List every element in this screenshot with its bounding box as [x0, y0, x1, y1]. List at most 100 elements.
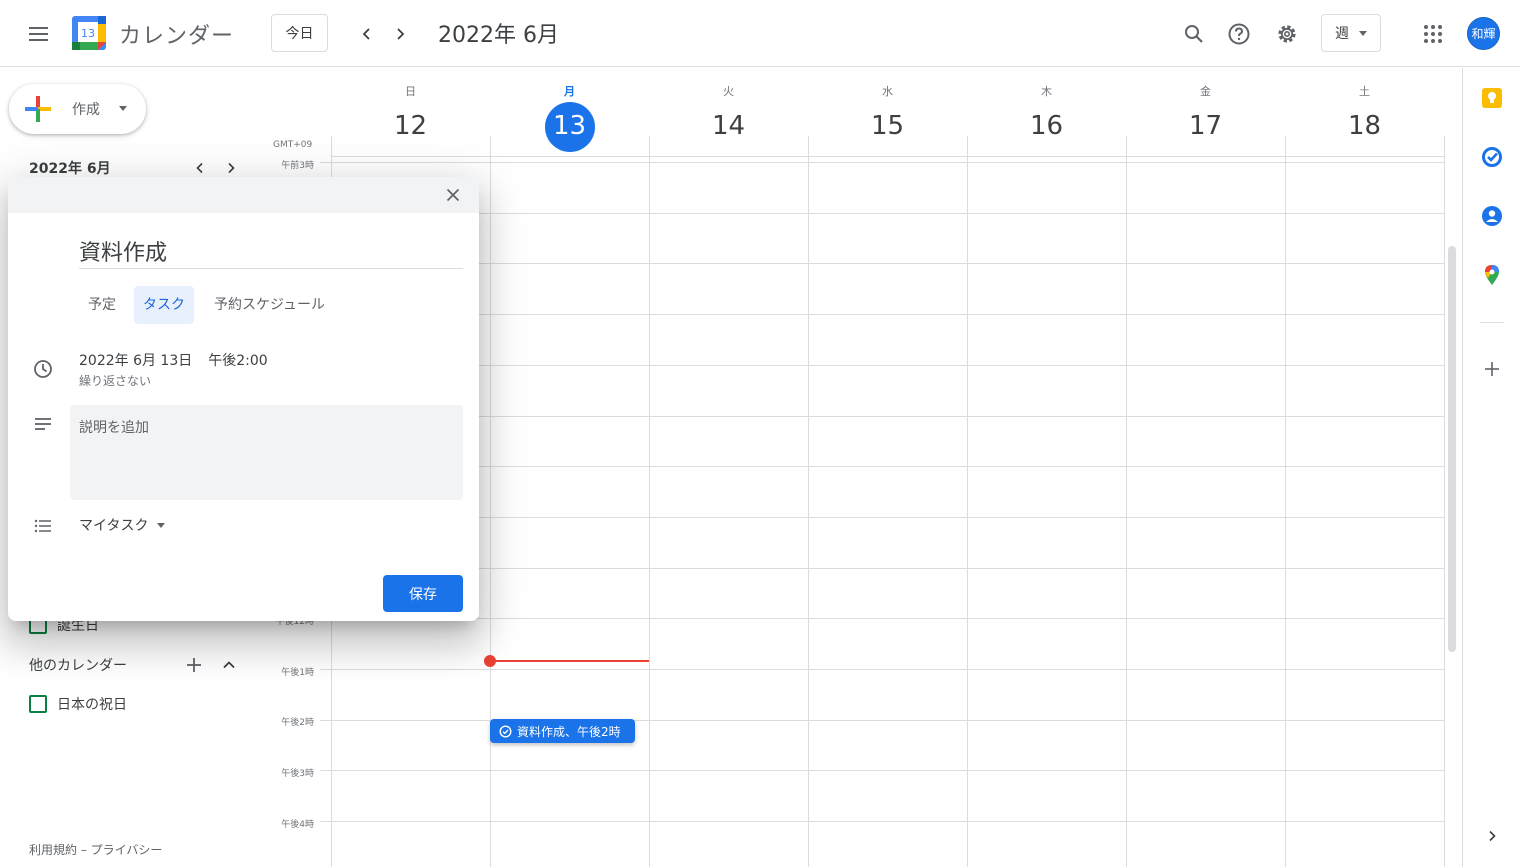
plus-icon [1485, 362, 1499, 376]
current-time-indicator [490, 660, 649, 662]
chevron-right-icon [1489, 830, 1496, 842]
calendar-logo-icon[interactable]: 13 [72, 16, 106, 50]
add-other-calendar-button[interactable] [182, 653, 206, 677]
side-panel-divider [1480, 322, 1504, 323]
hour-divider [320, 213, 1444, 214]
title-input[interactable] [79, 233, 463, 269]
contacts-icon [1482, 206, 1502, 226]
create-button-label: 作成 [72, 102, 100, 118]
help-button[interactable] [1221, 16, 1257, 52]
chevron-left-icon [362, 28, 370, 40]
chevron-right-icon [397, 28, 405, 40]
grid-scrollbar[interactable] [1448, 246, 1456, 652]
hour-divider [320, 618, 1444, 619]
dialog-drag-handle[interactable] [8, 177, 479, 213]
create-button[interactable]: 作成 [9, 84, 146, 134]
task-check-icon [499, 724, 512, 738]
time-label: 午後1時 [281, 668, 314, 678]
view-selector[interactable]: 週 [1321, 14, 1381, 52]
calendar-checkbox[interactable] [29, 695, 47, 713]
time-label: 午前3時 [281, 161, 314, 171]
keep-button[interactable] [1480, 86, 1504, 110]
task-datetime[interactable]: 2022年 6月 13日 午後2:00 [79, 350, 284, 370]
mini-calendar-prev-button[interactable] [189, 157, 211, 179]
maps-button[interactable] [1480, 263, 1504, 287]
day-column-divider [490, 136, 491, 867]
mini-calendar-next-button[interactable] [220, 157, 242, 179]
get-addons-button[interactable] [1480, 357, 1504, 381]
day-of-week-label: 木 [1041, 85, 1052, 98]
tab-appointment-schedule[interactable]: 予約スケジュール [205, 286, 334, 324]
google-apps-button[interactable] [1415, 16, 1451, 52]
day-column-divider [649, 136, 650, 867]
day-column-divider [808, 136, 809, 867]
side-panel [1462, 68, 1520, 867]
contacts-button[interactable] [1480, 204, 1504, 228]
tasks-button[interactable] [1480, 145, 1504, 169]
day-of-week-label: 月 [564, 85, 575, 98]
hour-divider [320, 314, 1444, 315]
collapse-other-calendars-button[interactable] [217, 653, 241, 677]
save-button[interactable]: 保存 [383, 575, 463, 612]
task-list-icon [31, 514, 55, 538]
hour-divider [320, 821, 1444, 822]
time-label: 午後4時 [281, 820, 314, 830]
maps-pin-icon [1485, 265, 1499, 285]
plus-icon [187, 658, 201, 672]
next-week-button[interactable] [384, 18, 416, 50]
hour-divider [320, 466, 1444, 467]
app-title: カレンダー [119, 24, 235, 49]
hour-divider [320, 669, 1444, 670]
day-column-divider [1126, 136, 1127, 867]
hour-divider [320, 162, 1444, 163]
top-app-bar: 13 カレンダー 今日 2022年 6月 週 和輝 [0, 0, 1520, 67]
view-selector-label: 週 [1335, 26, 1349, 42]
settings-button[interactable] [1269, 16, 1305, 52]
week-grid[interactable] [331, 136, 1444, 867]
day-of-week-label: 土 [1359, 85, 1370, 98]
description-icon [31, 412, 55, 436]
close-icon [446, 188, 460, 202]
caret-down-icon [157, 522, 166, 528]
tab-event[interactable]: 予定 [79, 286, 125, 324]
time-label: 午後2時 [281, 718, 314, 728]
main-menu-button[interactable] [22, 18, 54, 50]
hamburger-line [28, 27, 48, 29]
hour-divider [320, 365, 1444, 366]
today-button[interactable]: 今日 [271, 14, 328, 52]
current-date-range: 2022年 6月 [438, 23, 559, 48]
close-dialog-button[interactable] [441, 183, 465, 207]
hour-divider [320, 770, 1444, 771]
other-calendar-item-holidays[interactable]: 日本の祝日 [29, 694, 127, 714]
all-day-divider [331, 156, 1444, 157]
task-list-selector[interactable]: マイタスク [79, 515, 166, 535]
chevron-up-icon [223, 661, 235, 669]
colorful-plus-icon [25, 96, 51, 122]
day-of-week-label: 火 [723, 85, 734, 98]
previous-week-button[interactable] [351, 18, 383, 50]
tab-task[interactable]: タスク [134, 286, 194, 324]
task-date[interactable]: 2022年 6月 13日 [79, 353, 192, 369]
task-time[interactable]: 午後2:00 [208, 353, 267, 369]
task-event-chip[interactable]: 資料作成、午後2時 [490, 719, 635, 743]
apps-grid-icon [1424, 25, 1442, 43]
hide-side-panel-button[interactable] [1480, 824, 1504, 848]
quick-create-dialog: 予定 タスク 予約スケジュール 2022年 6月 13日午後2:00 繰り返さな… [8, 177, 479, 621]
caret-down-icon [1359, 30, 1367, 36]
chevron-right-icon [228, 162, 235, 174]
footer-terms-privacy[interactable]: 利用規約 – プライバシー [29, 841, 162, 858]
search-button[interactable] [1176, 16, 1212, 52]
time-label: 午後3時 [281, 769, 314, 779]
other-calendars-header: 他のカレンダー [29, 658, 127, 674]
hour-divider [320, 416, 1444, 417]
day-of-week-label: 日 [405, 85, 416, 98]
recurrence-selector[interactable]: 繰り返さない [79, 372, 151, 389]
logo-day-number: 13 [81, 27, 95, 40]
hour-divider [320, 263, 1444, 264]
description-input[interactable] [70, 405, 463, 500]
task-list-label: マイタスク [79, 518, 149, 534]
tasks-icon [1482, 147, 1502, 167]
task-chip-label: 資料作成、午後2時 [517, 724, 621, 739]
day-of-week-label: 金 [1200, 85, 1211, 98]
account-avatar[interactable]: 和輝 [1467, 17, 1500, 50]
